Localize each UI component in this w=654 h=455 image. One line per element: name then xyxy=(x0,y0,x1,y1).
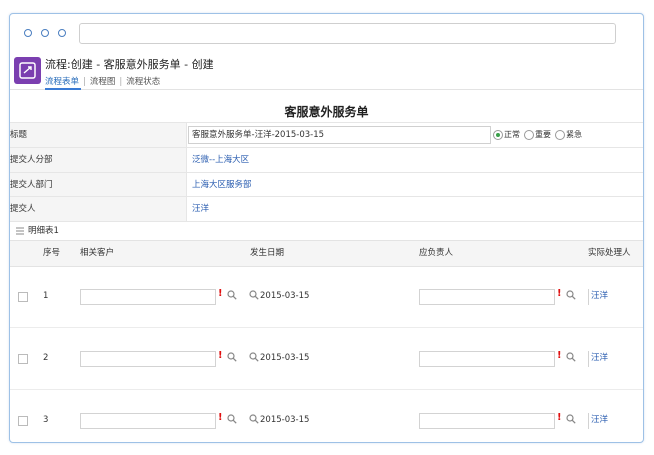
handler-input-border xyxy=(588,289,589,305)
form-row-branch: 提交人分部 泛微--上海大区 xyxy=(10,147,643,172)
responsible-input[interactable] xyxy=(419,289,555,305)
form-title: 客服意外服务单 xyxy=(284,105,369,119)
priority-label: 重要 xyxy=(535,130,551,139)
customer-input[interactable] xyxy=(80,351,216,367)
window-dot-icon[interactable] xyxy=(24,29,32,37)
customer-input[interactable] xyxy=(80,413,216,429)
tab-status[interactable]: 流程状态 xyxy=(126,75,160,87)
page-title: 流程:创建 - 客服意外服务单 - 创建 xyxy=(45,58,214,71)
table-row: 1 ! 2015-03-15 ! 汪洋 xyxy=(10,266,643,328)
submitter-value[interactable]: 汪洋 xyxy=(192,197,209,221)
required-icon: ! xyxy=(557,412,562,423)
field-label: 提交人部门 xyxy=(10,173,187,197)
row-date: 2015-03-15 xyxy=(260,415,310,425)
handler-input-border xyxy=(588,351,589,367)
row-checkbox[interactable] xyxy=(18,292,28,302)
tab-divider xyxy=(10,89,643,90)
process-icon xyxy=(14,57,41,84)
form-row-dept: 提交人部门 上海大区服务部 xyxy=(10,172,643,197)
handler-input-border xyxy=(588,413,589,429)
window-dot-icon[interactable] xyxy=(58,29,66,37)
branch-value[interactable]: 泛微--上海大区 xyxy=(192,148,249,172)
row-checkbox[interactable] xyxy=(18,416,28,426)
required-icon: ! xyxy=(218,412,223,423)
search-icon[interactable] xyxy=(227,414,237,424)
field-label: 提交人 xyxy=(10,197,187,221)
search-icon[interactable] xyxy=(227,352,237,362)
title-bar xyxy=(10,14,643,50)
customer-input[interactable] xyxy=(80,289,216,305)
row-date: 2015-03-15 xyxy=(260,291,310,301)
tab-active-indicator xyxy=(45,88,81,90)
responsible-input[interactable] xyxy=(419,351,555,367)
column-header-customer: 相关客户 xyxy=(80,248,115,258)
search-icon[interactable] xyxy=(249,290,259,300)
row-seq: 2 xyxy=(43,353,49,363)
title-input[interactable]: 客服意外服务单-汪洋-2015-03-15 xyxy=(188,126,491,144)
search-icon[interactable] xyxy=(566,352,576,362)
row-seq: 1 xyxy=(43,291,49,301)
row-handler[interactable]: 汪洋 xyxy=(591,328,608,389)
browser-window: 流程:创建 - 客服意外服务单 - 创建 流程表单 | 流程图 | 流程状态 客服意外服… xyxy=(9,13,644,443)
address-bar[interactable] xyxy=(79,23,616,44)
priority-radio-normal[interactable] xyxy=(493,130,503,140)
responsible-input[interactable] xyxy=(419,413,555,429)
priority-label: 正常 xyxy=(504,130,520,139)
priority-label: 紧急 xyxy=(566,130,582,139)
tab-flowchart[interactable]: 流程图 xyxy=(90,75,116,87)
tab-bar: 流程表单 | 流程图 | 流程状态 xyxy=(45,75,160,87)
search-icon[interactable] xyxy=(249,352,259,362)
form-row-title: 标题 客服意外服务单-汪洋-2015-03-15 正常 重要 紧急 xyxy=(10,122,643,147)
list-icon xyxy=(16,227,24,235)
required-icon: ! xyxy=(557,288,562,299)
dept-value[interactable]: 上海大区服务部 xyxy=(192,173,252,197)
priority-radio-important[interactable] xyxy=(524,130,534,140)
row-date: 2015-03-15 xyxy=(260,353,310,363)
search-icon[interactable] xyxy=(566,414,576,424)
search-icon[interactable] xyxy=(227,290,237,300)
tab-separator: | xyxy=(83,77,86,87)
table-row: 2 ! 2015-03-15 ! 汪洋 xyxy=(10,328,643,390)
required-icon: ! xyxy=(218,350,223,361)
required-icon: ! xyxy=(218,288,223,299)
column-header-handler: 实际处理人 xyxy=(588,248,631,258)
detail-table-header: 明细表1 xyxy=(10,221,643,240)
tab-separator: | xyxy=(119,77,123,87)
form-row-submitter: 提交人 汪洋 xyxy=(10,196,643,221)
detail-table-title: 明细表1 xyxy=(28,226,59,236)
priority-radio-urgent[interactable] xyxy=(555,130,565,140)
tab-form[interactable]: 流程表单 xyxy=(45,75,79,87)
search-icon[interactable] xyxy=(249,414,259,424)
column-header-seq: 序号 xyxy=(43,248,61,258)
search-icon[interactable] xyxy=(566,290,576,300)
row-checkbox[interactable] xyxy=(18,354,28,364)
required-icon: ! xyxy=(557,350,562,361)
table-row: 3 ! 2015-03-15 ! 汪洋 xyxy=(10,390,643,442)
field-label: 提交人分部 xyxy=(10,148,187,172)
column-header-responsible: 应负责人 xyxy=(419,248,454,258)
window-dot-icon[interactable] xyxy=(41,29,49,37)
row-handler[interactable]: 汪洋 xyxy=(591,266,608,327)
column-header-date: 发生日期 xyxy=(250,248,285,258)
row-seq: 3 xyxy=(43,415,49,425)
detail-column-headers: 序号 相关客户 发生日期 应负责人 实际处理人 xyxy=(10,240,643,267)
field-label: 标题 xyxy=(10,123,187,147)
row-handler[interactable]: 汪洋 xyxy=(591,390,608,442)
